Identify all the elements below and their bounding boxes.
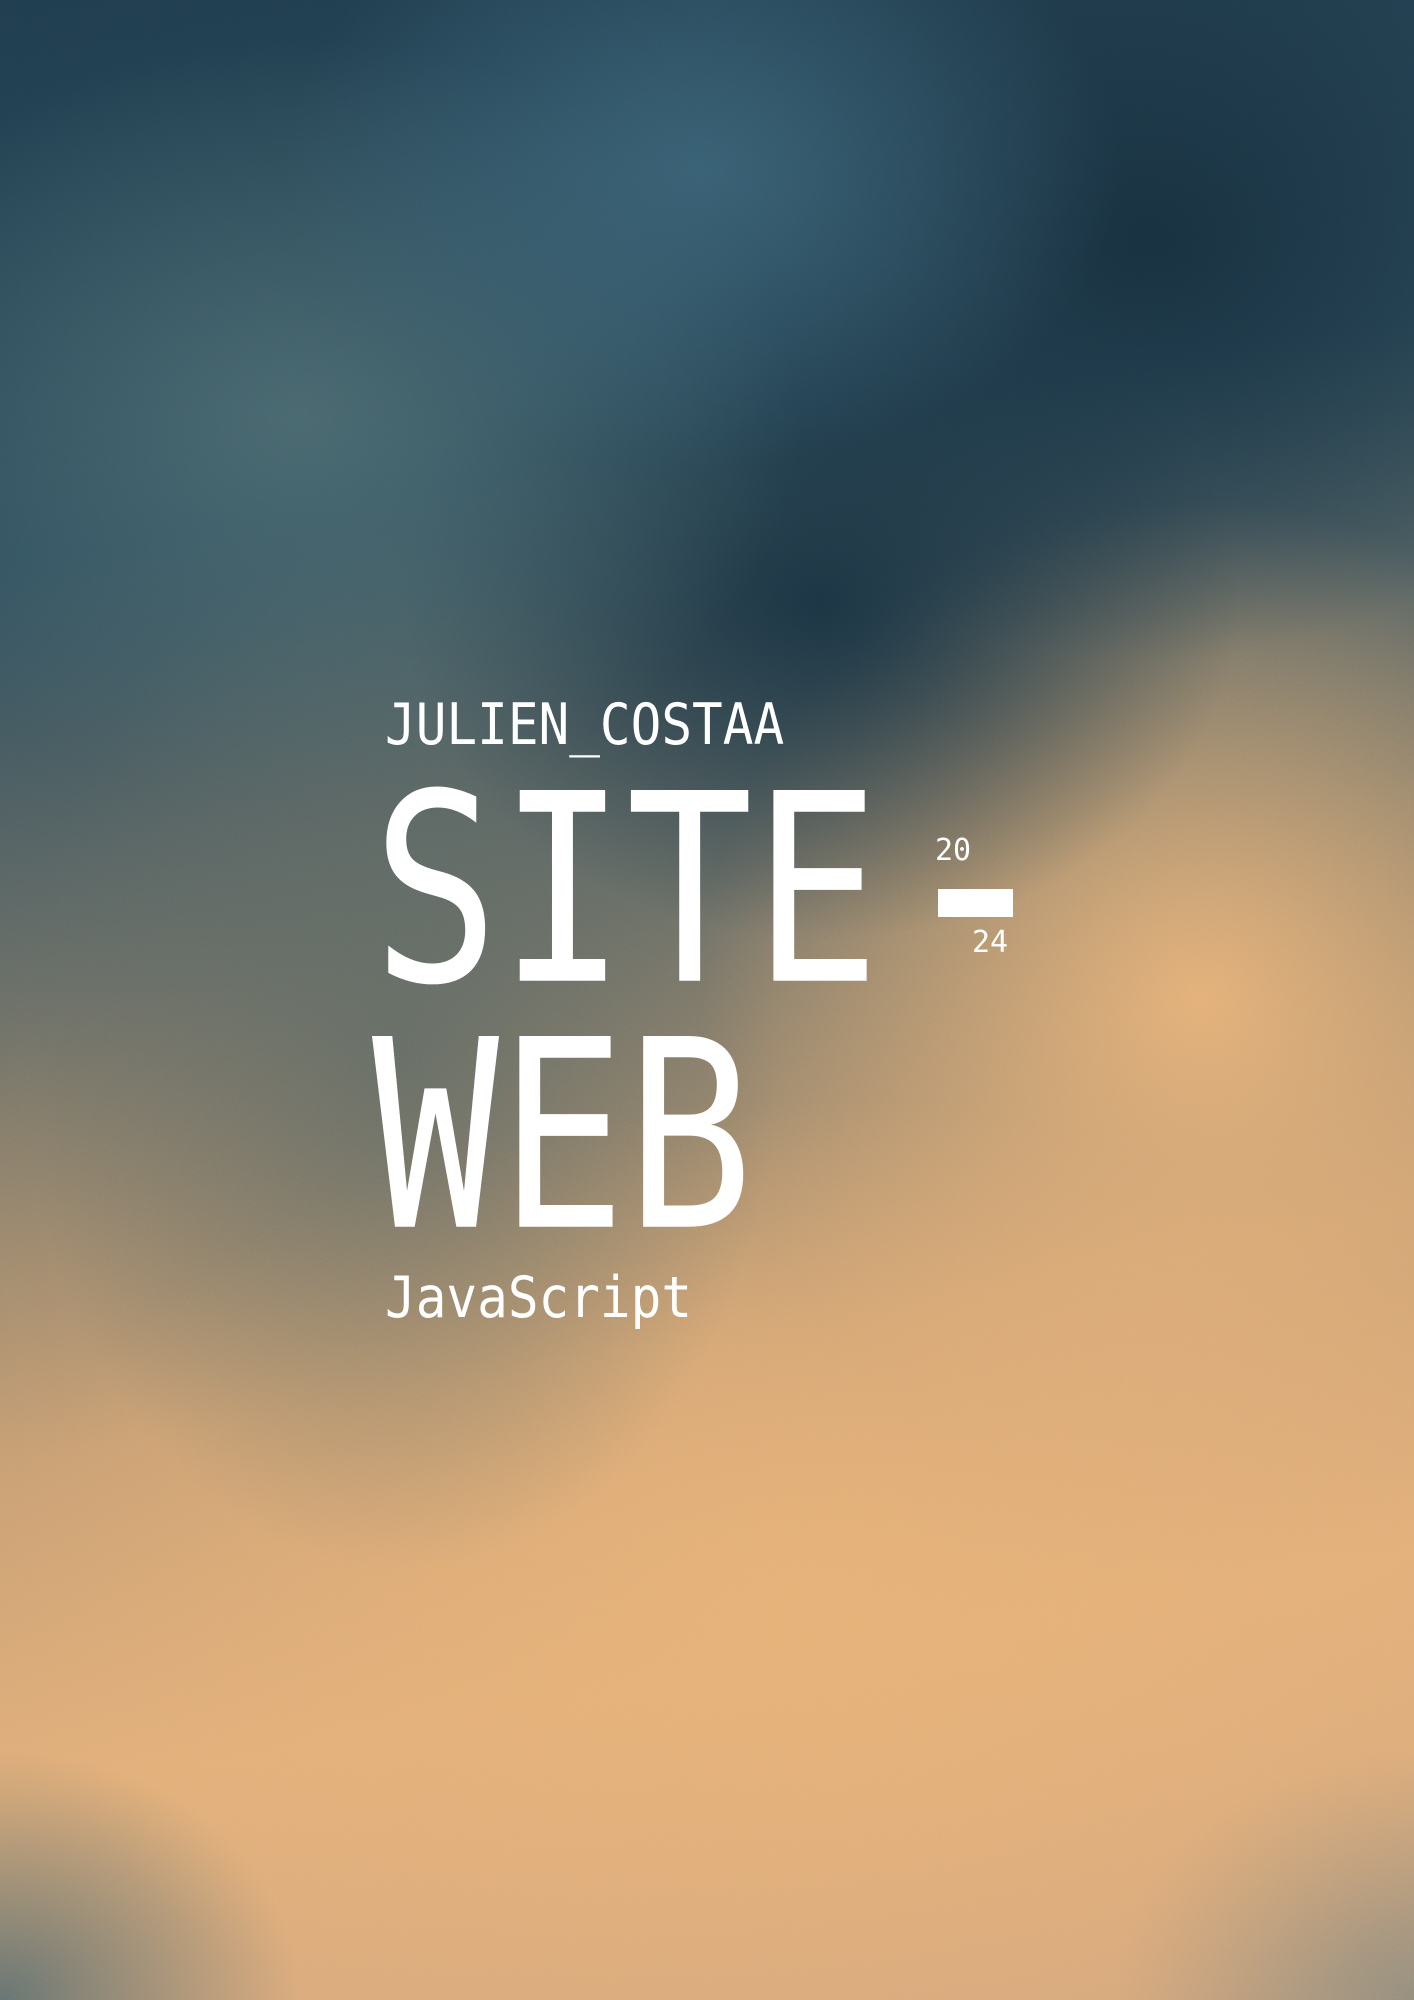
title-line-1: SITE: [372, 737, 881, 1043]
year-bottom: 24: [972, 925, 1009, 960]
year-divider-bar: [938, 889, 1013, 917]
title-line-2: WEB: [372, 983, 754, 1289]
subtitle: JavaScript: [385, 1265, 693, 1332]
year-top: 20: [935, 833, 972, 868]
